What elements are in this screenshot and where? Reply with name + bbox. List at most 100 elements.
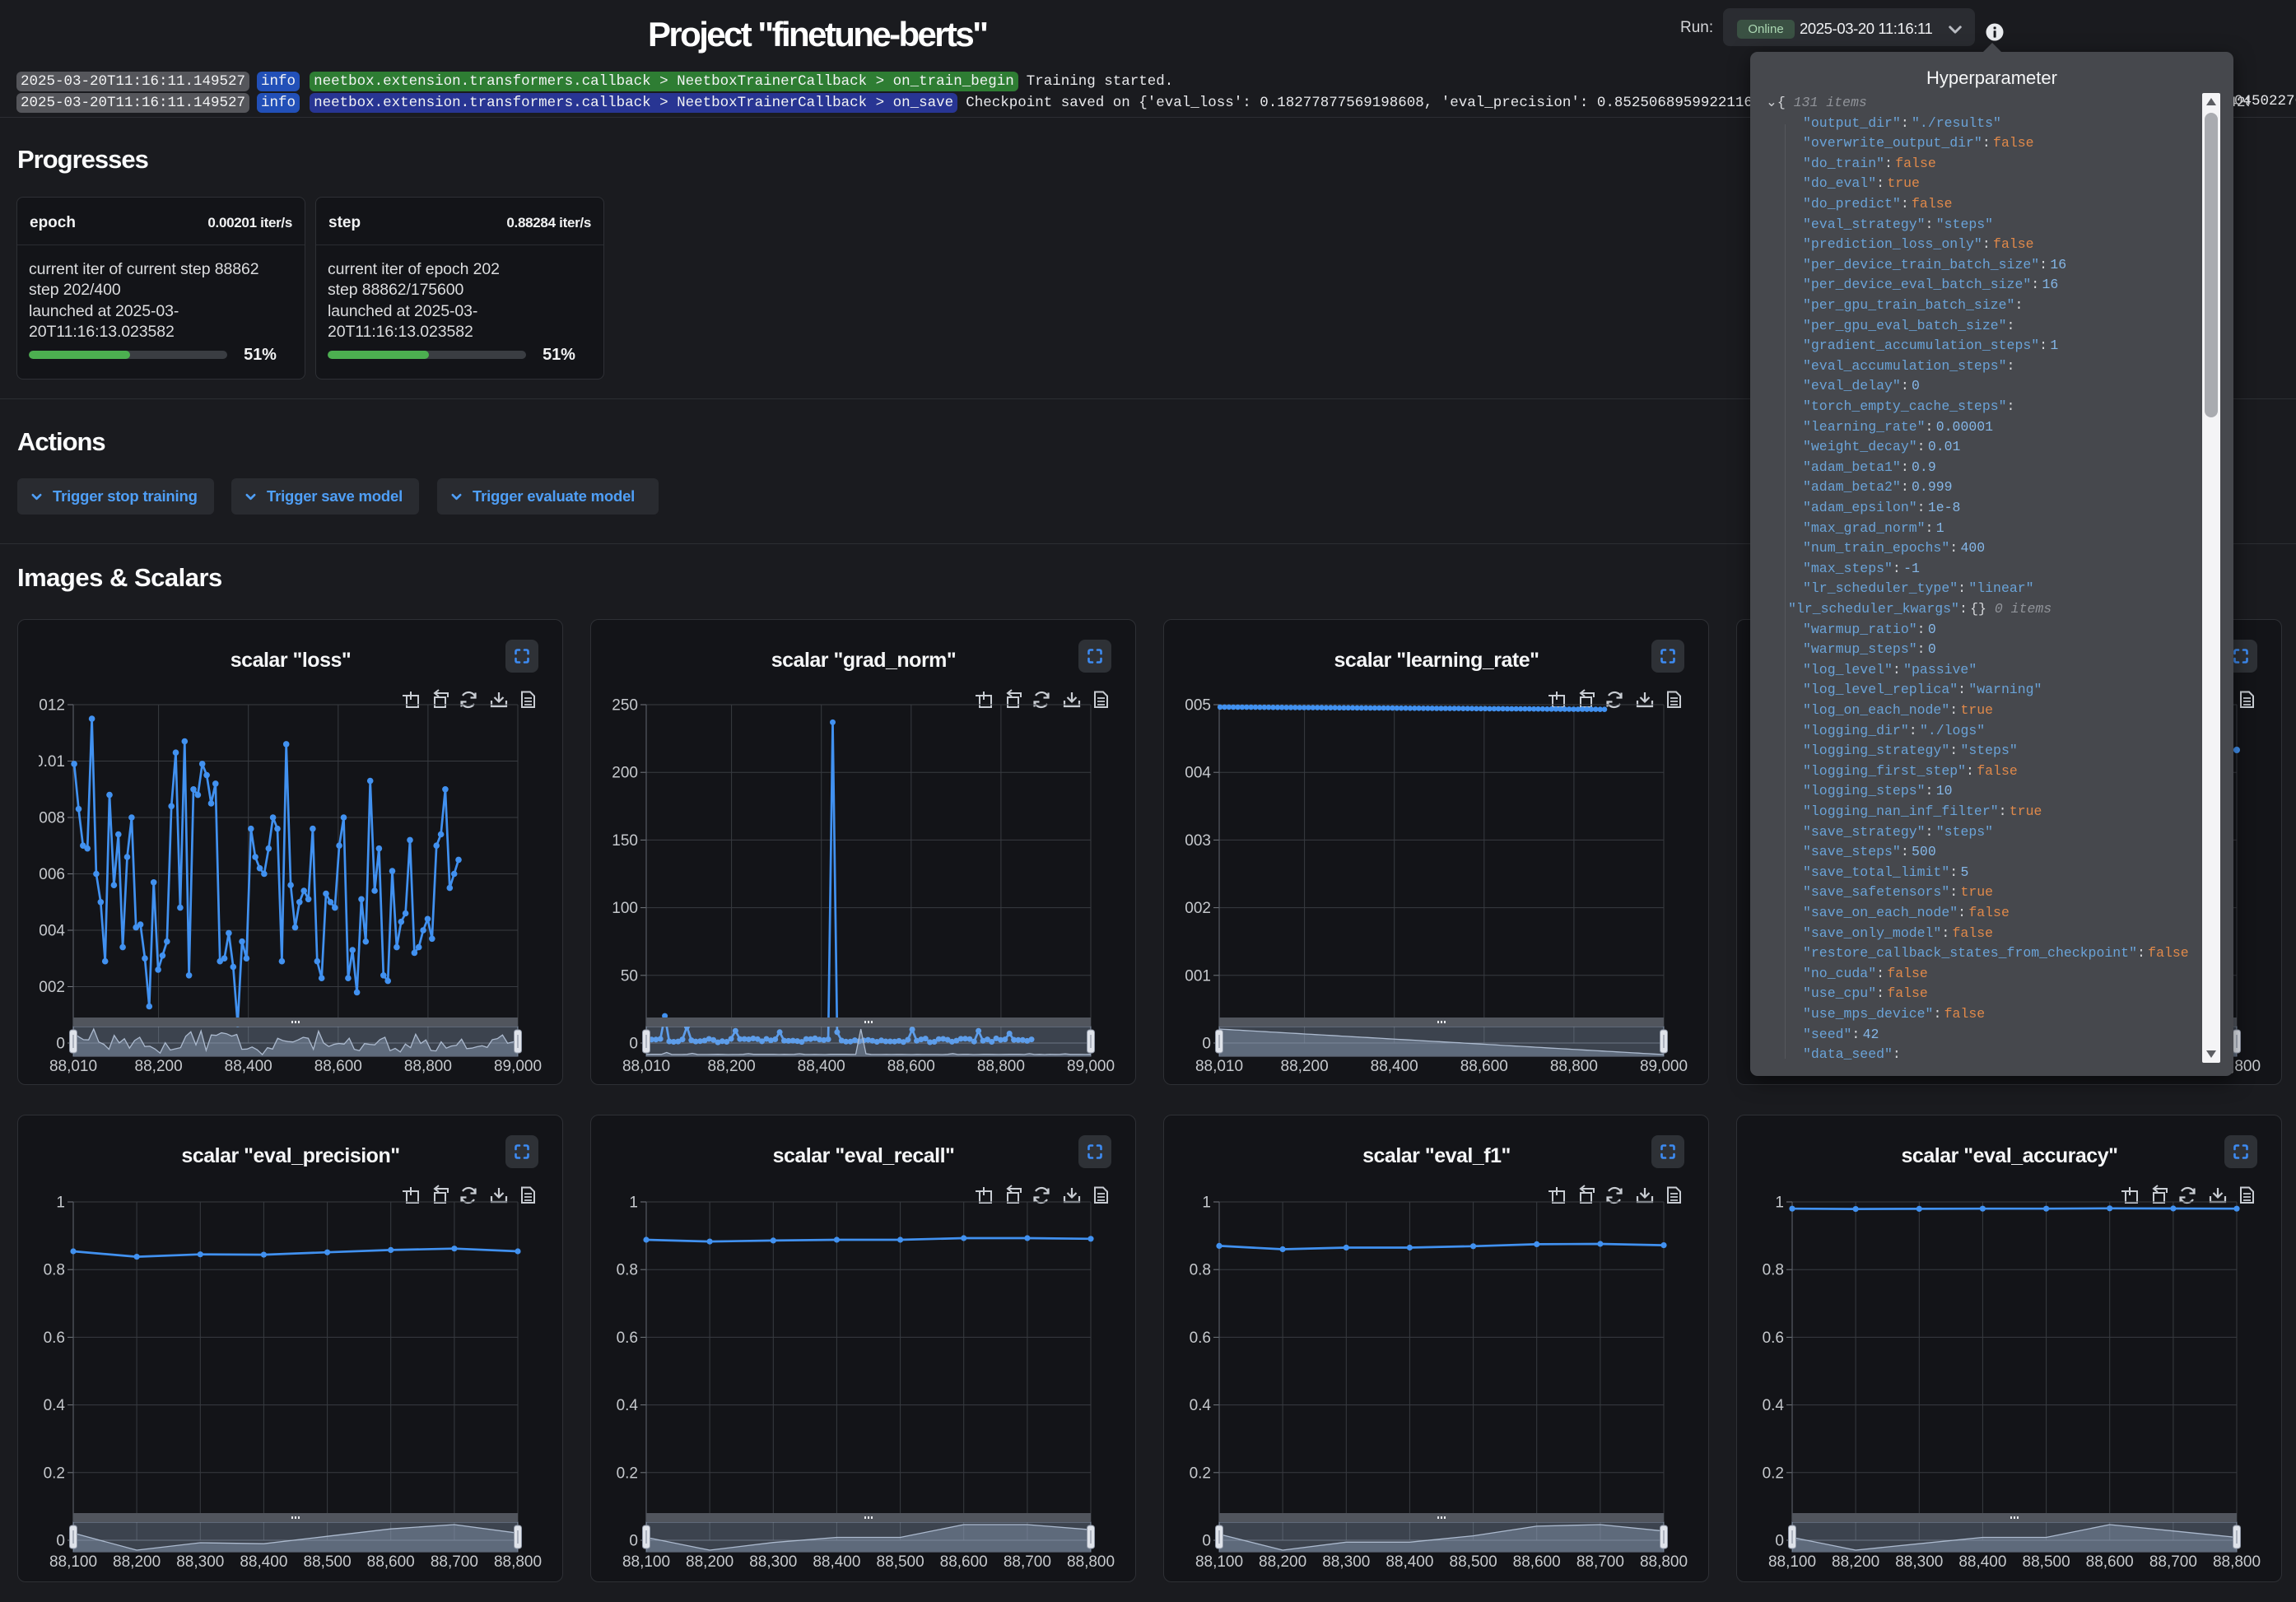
svg-text:scalar "grad_norm": scalar "grad_norm" (771, 649, 957, 672)
svg-text:88,010: 88,010 (1195, 1058, 1243, 1075)
svg-text:scalar "learning_rate": scalar "learning_rate" (1334, 649, 1539, 672)
svg-text:88,400: 88,400 (240, 1553, 287, 1571)
svg-text:50: 50 (621, 967, 638, 985)
svg-text:88,010: 88,010 (622, 1058, 670, 1075)
svg-text:88,500: 88,500 (1450, 1553, 1497, 1571)
svg-text:88,700: 88,700 (1004, 1553, 1051, 1571)
svg-text:88,300: 88,300 (1895, 1553, 1943, 1571)
svg-text:88,800: 88,800 (2213, 1553, 2261, 1571)
svg-text:88,600: 88,600 (2086, 1553, 2134, 1571)
svg-text:88,200: 88,200 (1281, 1058, 1329, 1075)
svg-text:88,500: 88,500 (304, 1553, 352, 1571)
svg-text:88,500: 88,500 (2023, 1553, 2070, 1571)
svg-text:88,600: 88,600 (887, 1058, 935, 1075)
svg-text:0.6: 0.6 (1763, 1330, 1784, 1347)
svg-text:88,200: 88,200 (1832, 1553, 1879, 1571)
svg-text:88,400: 88,400 (1371, 1058, 1418, 1075)
svg-text:88,800: 88,800 (1550, 1058, 1598, 1075)
svg-text:0.00004: 0.00004 (1164, 765, 1211, 782)
svg-text:88,100: 88,100 (1768, 1553, 1816, 1571)
svg-text:0: 0 (629, 1533, 638, 1550)
svg-text:0.6: 0.6 (1190, 1330, 1211, 1347)
svg-text:88,200: 88,200 (708, 1058, 756, 1075)
svg-text:89,000: 89,000 (1640, 1058, 1688, 1075)
svg-text:0.012: 0.012 (26, 697, 65, 715)
svg-text:0: 0 (1202, 1036, 1211, 1053)
svg-text:scalar "eval_f1": scalar "eval_f1" (1362, 1144, 1511, 1167)
svg-text:0.6: 0.6 (617, 1330, 638, 1347)
svg-text:89,000: 89,000 (494, 1058, 542, 1075)
svg-text:0.00002: 0.00002 (1164, 900, 1211, 917)
svg-text:150: 150 (612, 832, 638, 850)
svg-text:88,400: 88,400 (1958, 1553, 2006, 1571)
svg-text:88,100: 88,100 (49, 1553, 97, 1571)
svg-text:0.4: 0.4 (1190, 1397, 1212, 1414)
svg-text:0: 0 (1775, 1533, 1784, 1550)
svg-text:scalar "loss": scalar "loss" (231, 649, 351, 672)
svg-text:1: 1 (56, 1195, 65, 1212)
svg-text:88,600: 88,600 (940, 1553, 988, 1571)
svg-text:88,200: 88,200 (113, 1553, 161, 1571)
svg-text:88,300: 88,300 (1322, 1553, 1370, 1571)
svg-text:0.8: 0.8 (617, 1262, 638, 1279)
svg-text:0.8: 0.8 (1763, 1262, 1784, 1279)
svg-text:88,200: 88,200 (135, 1058, 183, 1075)
svg-text:88,010: 88,010 (49, 1058, 97, 1075)
svg-text:88,800: 88,800 (977, 1058, 1025, 1075)
svg-text:88,700: 88,700 (1576, 1553, 1624, 1571)
svg-text:0: 0 (56, 1036, 65, 1053)
svg-text:88,300: 88,300 (749, 1553, 797, 1571)
svg-text:0: 0 (56, 1533, 65, 1550)
svg-text:88,100: 88,100 (1195, 1553, 1243, 1571)
svg-text:0.002: 0.002 (26, 979, 65, 996)
svg-text:88,700: 88,700 (431, 1553, 478, 1571)
svg-text:1: 1 (1202, 1195, 1211, 1212)
svg-text:0: 0 (1202, 1533, 1211, 1550)
svg-text:100: 100 (612, 900, 638, 917)
svg-text:0.2: 0.2 (44, 1465, 65, 1482)
svg-text:88,200: 88,200 (686, 1553, 734, 1571)
svg-text:0.4: 0.4 (1763, 1397, 1785, 1414)
svg-text:0: 0 (629, 1036, 638, 1053)
svg-text:88,400: 88,400 (1386, 1553, 1433, 1571)
svg-text:88,800: 88,800 (1640, 1553, 1688, 1571)
svg-text:0.4: 0.4 (617, 1397, 639, 1414)
svg-text:0.2: 0.2 (617, 1465, 638, 1482)
svg-text:0.00001: 0.00001 (1164, 967, 1211, 985)
svg-text:88,500: 88,500 (877, 1553, 924, 1571)
svg-text:1: 1 (1775, 1195, 1784, 1212)
svg-text:88,400: 88,400 (225, 1058, 272, 1075)
svg-text:1: 1 (629, 1195, 638, 1212)
svg-text:0.8: 0.8 (44, 1262, 65, 1279)
svg-text:88,600: 88,600 (1460, 1058, 1508, 1075)
svg-text:0.00005: 0.00005 (1164, 697, 1211, 715)
svg-text:88,800: 88,800 (404, 1058, 452, 1075)
svg-text:0.2: 0.2 (1190, 1465, 1211, 1482)
svg-text:scalar "eval_recall": scalar "eval_recall" (773, 1144, 955, 1167)
svg-text:88,400: 88,400 (813, 1553, 860, 1571)
svg-text:0.4: 0.4 (44, 1397, 66, 1414)
svg-text:88,300: 88,300 (176, 1553, 224, 1571)
svg-text:0.008: 0.008 (26, 810, 65, 827)
svg-text:250: 250 (612, 697, 638, 715)
svg-text:89,000: 89,000 (1067, 1058, 1115, 1075)
svg-text:0.8: 0.8 (1190, 1262, 1211, 1279)
svg-text:88,600: 88,600 (1513, 1553, 1561, 1571)
svg-text:0.006: 0.006 (26, 866, 65, 883)
svg-text:88,400: 88,400 (798, 1058, 845, 1075)
svg-text:0.01: 0.01 (35, 753, 65, 771)
svg-text:scalar "eval_precision": scalar "eval_precision" (181, 1144, 399, 1167)
svg-text:0.00003: 0.00003 (1164, 832, 1211, 850)
svg-text:88,800: 88,800 (1067, 1553, 1115, 1571)
svg-text:88,600: 88,600 (314, 1058, 362, 1075)
svg-text:scalar "eval_accuracy": scalar "eval_accuracy" (1902, 1144, 2118, 1167)
svg-text:0.6: 0.6 (44, 1330, 65, 1347)
svg-text:88,200: 88,200 (1259, 1553, 1306, 1571)
svg-text:88,700: 88,700 (2149, 1553, 2197, 1571)
svg-text:0.004: 0.004 (26, 923, 65, 940)
svg-text:0.2: 0.2 (1763, 1465, 1784, 1482)
svg-text:200: 200 (612, 765, 638, 782)
svg-text:88,800: 88,800 (494, 1553, 542, 1571)
svg-text:88,100: 88,100 (622, 1553, 670, 1571)
svg-text:88,600: 88,600 (367, 1553, 415, 1571)
